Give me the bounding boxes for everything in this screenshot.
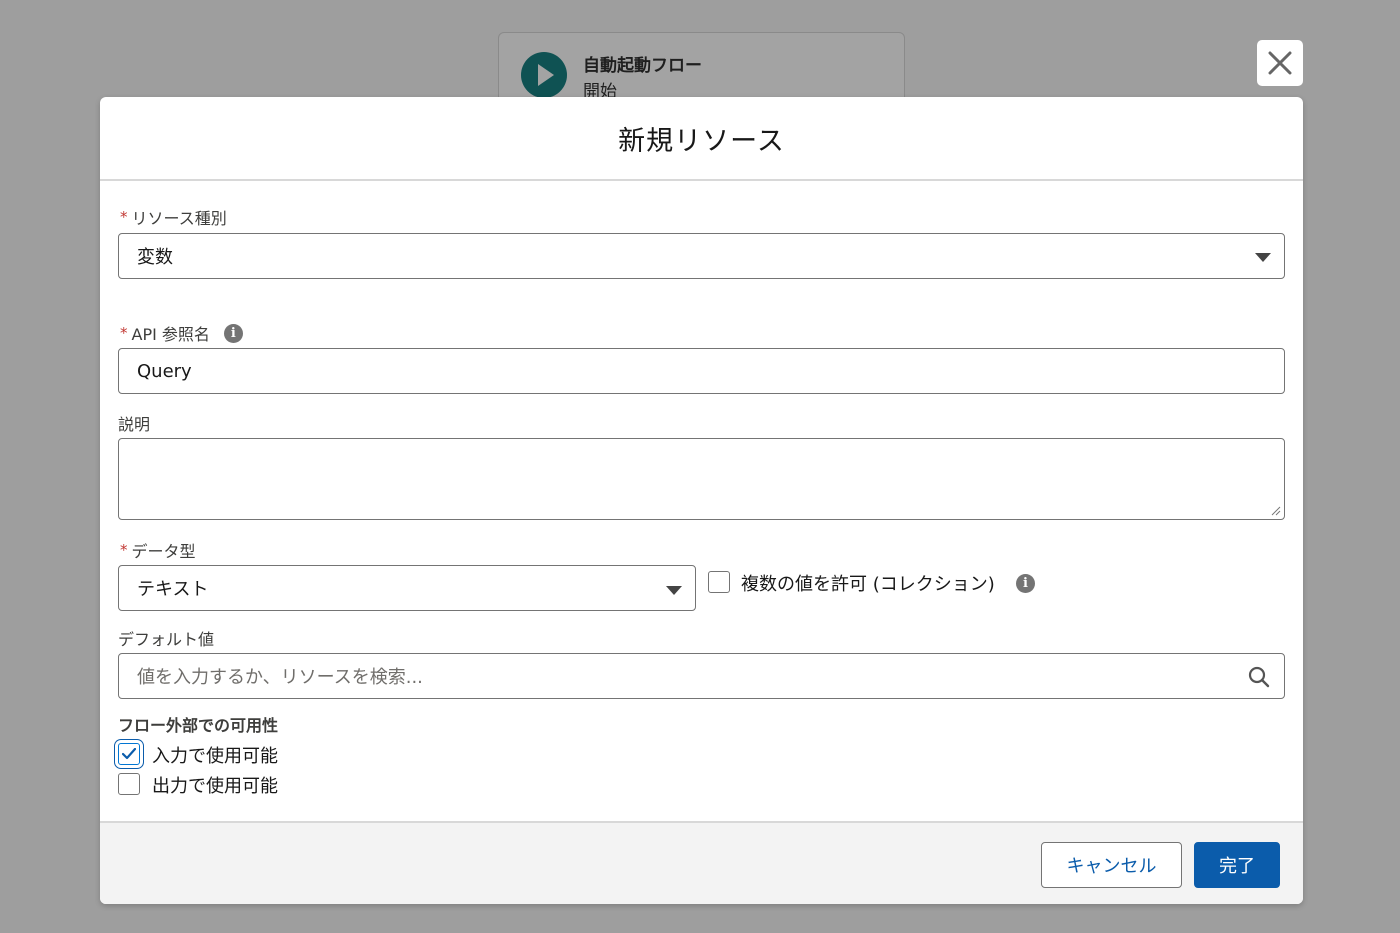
data-type-value: テキスト — [137, 579, 209, 600]
modal-header: 新規リソース — [100, 97, 1303, 181]
modal-title: 新規リソース — [618, 125, 785, 157]
allow-multiple-label: 複数の値を許可 (コレクション) — [741, 574, 995, 595]
close-icon — [1268, 51, 1292, 75]
api-name-input[interactable]: Query — [118, 348, 1285, 394]
cancel-button[interactable]: キャンセル — [1041, 842, 1182, 888]
allow-multiple-checkbox[interactable] — [708, 571, 730, 593]
resize-grip-icon[interactable] — [1271, 506, 1281, 516]
data-type-label: * データ型 — [120, 541, 196, 561]
required-marker: * — [120, 208, 128, 226]
api-name-value: Query — [137, 360, 192, 382]
resource-type-label: * リソース種別 — [120, 208, 227, 228]
close-button[interactable] — [1257, 40, 1303, 86]
chevron-down-icon — [666, 586, 682, 595]
required-marker: * — [120, 324, 128, 342]
info-icon[interactable]: i — [223, 323, 243, 343]
default-value-input[interactable]: 値を入力するか、リソースを検索... — [118, 653, 1285, 699]
description-label: 説明 — [118, 415, 151, 434]
description-textarea[interactable] — [118, 438, 1285, 520]
search-icon[interactable] — [1248, 666, 1270, 688]
checkmark-icon — [122, 748, 136, 760]
available-for-output-label: 出力で使用可能 — [152, 776, 278, 797]
new-resource-modal: 新規リソース * リソース種別 変数 * API 参照名 i Query 説明 … — [100, 97, 1303, 904]
available-for-output-checkbox[interactable] — [118, 773, 140, 795]
done-button[interactable]: 完了 — [1194, 842, 1280, 888]
data-type-select[interactable]: テキスト — [118, 565, 696, 611]
resource-type-value: 変数 — [137, 247, 173, 268]
default-value-label: デフォルト値 — [118, 630, 215, 649]
play-icon — [521, 52, 567, 98]
default-value-placeholder: 値を入力するか、リソースを検索... — [137, 667, 423, 688]
resource-type-select[interactable]: 変数 — [118, 233, 1285, 279]
start-node-title: 自動起動フロー — [583, 56, 702, 76]
available-for-input-checkbox[interactable] — [118, 743, 140, 765]
api-name-label: * API 参照名 i — [120, 321, 243, 345]
chevron-down-icon — [1255, 253, 1271, 262]
modal-footer: キャンセル 完了 — [100, 821, 1303, 904]
info-icon[interactable]: i — [1016, 574, 1035, 593]
required-marker: * — [120, 541, 128, 559]
availability-section-title: フロー外部での可用性 — [118, 716, 279, 735]
available-for-input-label: 入力で使用可能 — [152, 746, 278, 767]
